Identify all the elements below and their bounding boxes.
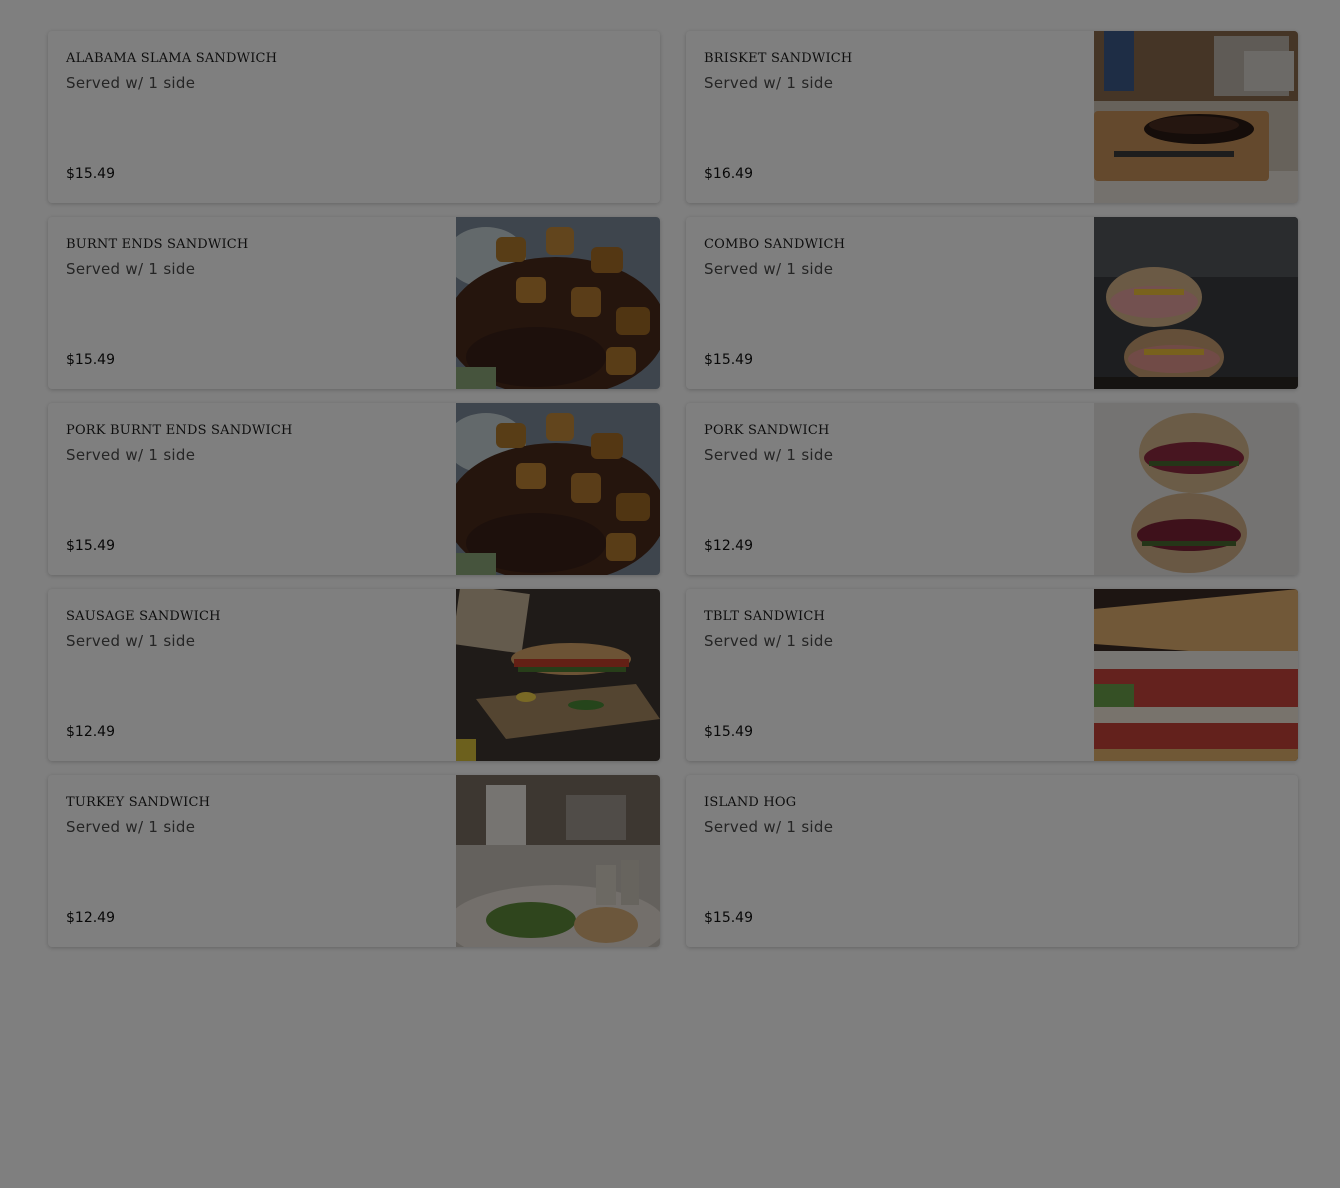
menu-item-price: $15.49 xyxy=(66,538,115,554)
menu-item-name: TURKEY SANDWICH xyxy=(66,795,211,810)
menu-item-price: $12.49 xyxy=(66,724,115,740)
footer-stub xyxy=(40,1180,120,1188)
menu-item-price: $12.49 xyxy=(66,910,115,926)
menu-item-description: Served w/ 1 side xyxy=(66,818,196,836)
menu-item-card[interactable]: ISLAND HOG Served w/ 1 side $15.49 xyxy=(686,775,1298,947)
menu-item-card[interactable]: SAUSAGE SANDWICH Served w/ 1 side $12.49 xyxy=(48,589,660,761)
menu-item-description: Served w/ 1 side xyxy=(704,446,834,464)
menu-grid: ALABAMA SLAMA SANDWICH Served w/ 1 side $1… xyxy=(48,31,1298,947)
menu-item-description: Served w/ 1 side xyxy=(66,632,196,650)
menu-item-photo xyxy=(456,217,660,389)
menu-item-name: BURNT ENDS SANDWICH xyxy=(66,237,249,252)
menu-item-card[interactable]: TURKEY SANDWICH Served w/ 1 side $12.49 xyxy=(48,775,660,947)
menu-item-price: $15.49 xyxy=(704,910,753,926)
menu-item-photo xyxy=(1094,217,1298,389)
menu-item-card[interactable]: COMBO SANDWICH Served w/ 1 side $15.49 xyxy=(686,217,1298,389)
menu-item-price: $16.49 xyxy=(704,166,753,182)
menu-item-card[interactable]: BURNT ENDS SANDWICH Served w/ 1 side $15.4… xyxy=(48,217,660,389)
menu-item-price: $15.49 xyxy=(704,724,753,740)
menu-item-description: Served w/ 1 side xyxy=(704,818,834,836)
menu-item-card[interactable]: TBLT SANDWICH Served w/ 1 side $15.49 xyxy=(686,589,1298,761)
menu-item-price: $15.49 xyxy=(66,166,115,182)
menu-item-photo xyxy=(1094,589,1298,761)
menu-item-name: ALABAMA SLAMA SANDWICH xyxy=(66,51,278,66)
menu-item-price: $15.49 xyxy=(704,352,753,368)
menu-item-card[interactable]: PORK SANDWICH Served w/ 1 side $12.49 xyxy=(686,403,1298,575)
menu-item-name: COMBO SANDWICH xyxy=(704,237,846,252)
menu-item-description: Served w/ 1 side xyxy=(704,260,834,278)
menu-item-photo xyxy=(456,403,660,575)
menu-item-card[interactable]: ALABAMA SLAMA SANDWICH Served w/ 1 side $1… xyxy=(48,31,660,203)
menu-item-name: SAUSAGE SANDWICH xyxy=(66,609,221,624)
menu-item-photo xyxy=(1094,31,1298,203)
menu-item-photo xyxy=(456,589,660,761)
menu-item-card[interactable]: BRISKET SANDWICH Served w/ 1 side $16.49 xyxy=(686,31,1298,203)
menu-item-description: Served w/ 1 side xyxy=(66,446,196,464)
menu-item-photo xyxy=(456,775,660,947)
menu-item-price: $12.49 xyxy=(704,538,753,554)
menu-item-name: PORK SANDWICH xyxy=(704,423,830,438)
menu-item-name: BRISKET SANDWICH xyxy=(704,51,853,66)
menu-item-name: PORK BURNT ENDS SANDWICH xyxy=(66,423,293,438)
menu-item-description: Served w/ 1 side xyxy=(704,632,834,650)
menu-item-photo xyxy=(1094,403,1298,575)
menu-item-description: Served w/ 1 side xyxy=(66,260,196,278)
menu-item-card[interactable]: PORK BURNT ENDS SANDWICH Served w/ 1 side… xyxy=(48,403,660,575)
menu-item-price: $15.49 xyxy=(66,352,115,368)
menu-item-description: Served w/ 1 side xyxy=(66,74,196,92)
menu-item-description: Served w/ 1 side xyxy=(704,74,834,92)
menu-item-name: ISLAND HOG xyxy=(704,795,797,810)
menu-item-name: TBLT SANDWICH xyxy=(704,609,826,624)
